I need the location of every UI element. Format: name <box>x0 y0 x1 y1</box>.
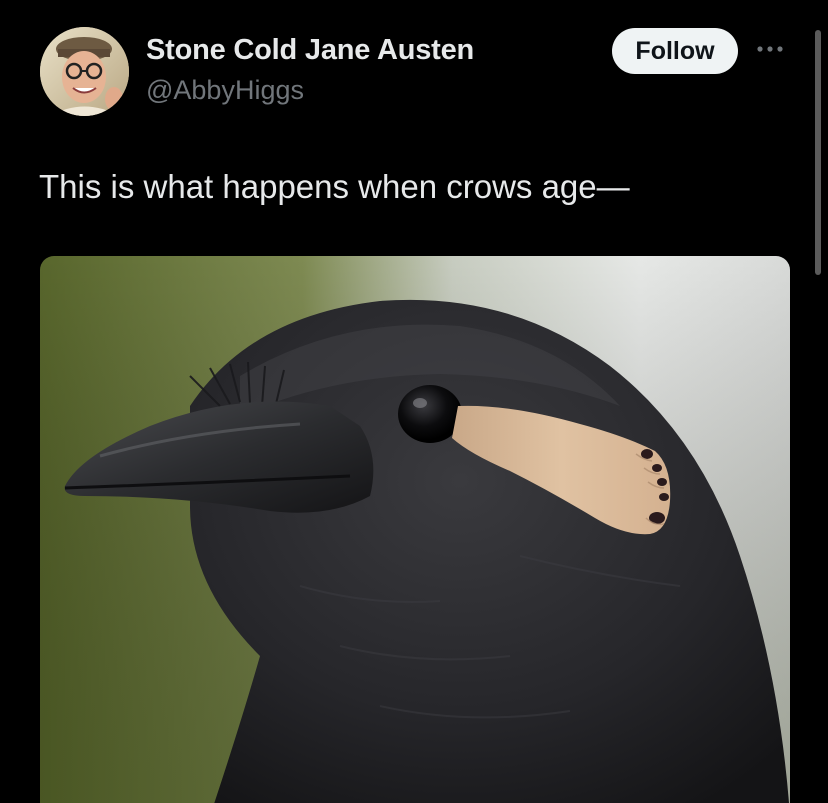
author-display-name[interactable]: Stone Cold Jane Austen <box>146 34 474 67</box>
tweet-media[interactable] <box>40 256 790 803</box>
avatar-photo-icon <box>40 27 129 116</box>
author-avatar[interactable] <box>40 27 129 116</box>
more-horizontal-icon[interactable] <box>755 44 785 54</box>
tweet-text: This is what happens when crows age— <box>39 168 630 205</box>
follow-button[interactable]: Follow <box>612 28 738 74</box>
scrollbar[interactable] <box>815 30 821 275</box>
author-handle[interactable]: @AbbyHiggs <box>146 75 304 106</box>
tweet-view: Stone Cold Jane Austen @AbbyHiggs Follow… <box>0 0 828 803</box>
crow-photo-icon <box>40 256 790 803</box>
